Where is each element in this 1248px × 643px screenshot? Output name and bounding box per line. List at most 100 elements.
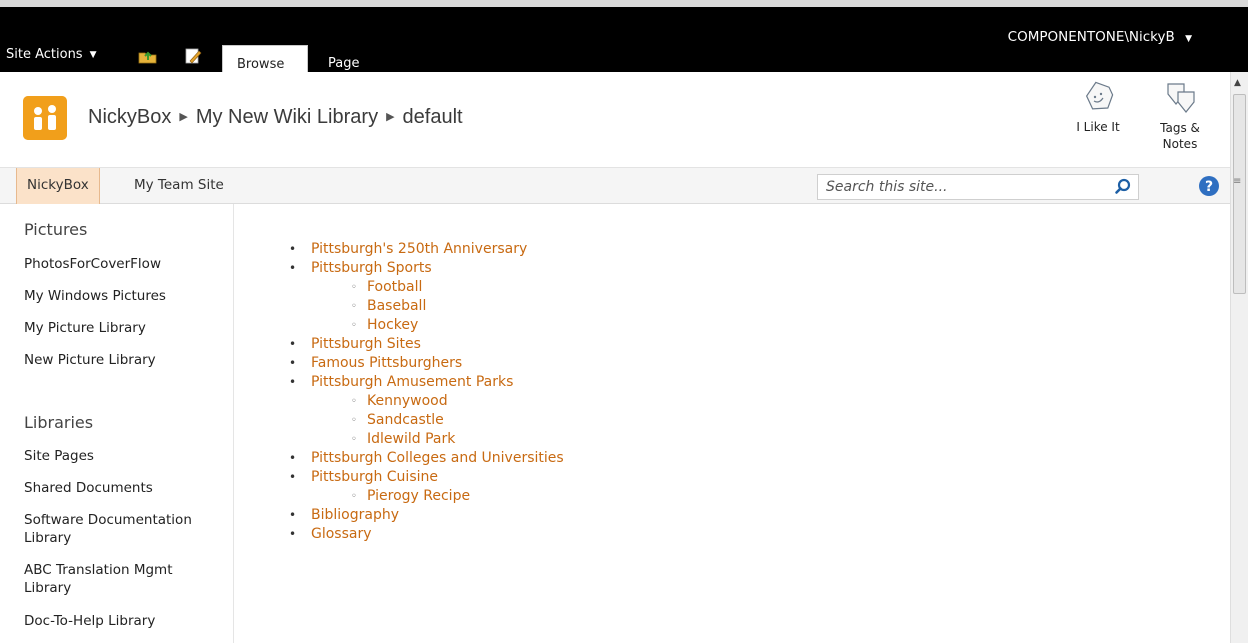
wiki-sublist-item[interactable]: ◦ Kennywood [351,392,564,411]
quicklaunch-heading-libraries[interactable]: Libraries [24,413,93,432]
topnav-item-nickybox[interactable]: NickyBox [16,168,100,204]
vertical-scrollbar[interactable]: ▲ ≡ [1230,72,1248,643]
wiki-link[interactable]: Baseball [367,297,426,316]
wiki-link[interactable]: Sandcastle [367,411,444,430]
grip-icon: ≡ [1233,176,1242,187]
wiki-list-item[interactable]: • Pittsburgh's 250th Anniversary [289,240,564,259]
topnav-item-my-team-site[interactable]: My Team Site [124,168,234,204]
wiki-link[interactable]: Pierogy Recipe [367,487,470,506]
quicklaunch-item[interactable]: My Picture Library [24,319,224,337]
search-icon[interactable] [1108,175,1138,199]
bullet-icon: • [289,261,297,275]
wiki-list-item[interactable]: • Pittsburgh Sports [289,259,564,278]
i-like-it-button[interactable]: I Like It [1068,80,1128,134]
bullet-icon: • [289,470,297,484]
top-nav-bar: NickyBox My Team Site ? [0,167,1230,204]
wiki-link[interactable]: Pittsburgh Amusement Parks [311,373,513,392]
main-content: • Pittsburgh's 250th Anniversary • Pittsbur… [235,204,1230,643]
quick-launch: Pictures PhotosForCoverFlow My Windows P… [0,204,234,643]
user-name: COMPONENTONE\NickyB [1007,29,1175,45]
circle-bullet-icon: ◦ [351,282,357,293]
wiki-list-item[interactable]: • Pittsburgh Sites [289,335,564,354]
wiki-sublist-item[interactable]: ◦ Baseball [351,297,564,316]
topnav-item-label: My Team Site [134,177,224,193]
svg-text:?: ? [1205,179,1213,195]
bullet-icon: • [289,451,297,465]
chevron-down-icon: ▼ [1185,34,1192,44]
quicklaunch-item[interactable]: ABC Translation Mgmt Library [24,561,214,597]
wiki-list-item[interactable]: • Pittsburgh Amusement Parks [289,373,564,392]
breadcrumb-library[interactable]: My New Wiki Library [196,106,378,128]
wiki-link[interactable]: Bibliography [311,506,399,525]
wiki-sublist-item[interactable]: ◦ Football [351,278,564,297]
ribbon: Site Actions ▼ Browse Page COMPONENTONE\… [0,0,1248,79]
bullet-icon: • [289,375,297,389]
wiki-link[interactable]: Football [367,278,422,297]
scroll-up-icon[interactable]: ▲ [1234,78,1241,88]
wiki-list-item[interactable]: • Bibliography [289,506,564,525]
tags-notes-button[interactable]: Tags & Notes [1150,80,1210,152]
circle-bullet-icon: ◦ [351,434,357,445]
wiki-link[interactable]: Kennywood [367,392,448,411]
breadcrumb-site[interactable]: NickyBox [88,106,171,128]
wiki-link[interactable]: Idlewild Park [367,430,455,449]
circle-bullet-icon: ◦ [351,320,357,331]
wiki-link[interactable]: Famous Pittsburghers [311,354,462,373]
wiki-list-item[interactable]: • Pittsburgh Cuisine [289,468,564,487]
breadcrumb: NickyBox ▶ My New Wiki Library ▶ default [88,106,463,129]
wiki-link[interactable]: Hockey [367,316,418,335]
wiki-link[interactable]: Pittsburgh Sites [311,335,421,354]
title-row: NickyBox ▶ My New Wiki Library ▶ default I L… [0,72,1230,167]
wiki-list-item[interactable]: • Pittsburgh Colleges and Universities [289,449,564,468]
site-actions-label: Site Actions [6,47,83,62]
quicklaunch-item[interactable]: Software Documentation Library [24,511,224,547]
wiki-link[interactable]: Pittsburgh Colleges and Universities [311,449,564,468]
wiki-list: • Pittsburgh's 250th Anniversary • Pittsbur… [289,240,564,544]
search-box [817,174,1139,200]
wiki-link[interactable]: Pittsburgh Cuisine [311,468,438,487]
wiki-sublist-item[interactable]: ◦ Pierogy Recipe [351,487,564,506]
topnav-item-label: NickyBox [27,177,89,193]
wiki-sublist-item[interactable]: ◦ Sandcastle [351,411,564,430]
circle-bullet-icon: ◦ [351,415,357,426]
quicklaunch-item[interactable]: Doc-To-Help Library [24,612,224,630]
i-like-it-label: I Like It [1076,120,1120,134]
tags-notes-icon [1167,83,1195,113]
quicklaunch-item[interactable]: My Windows Pictures [24,287,224,305]
circle-bullet-icon: ◦ [351,491,357,502]
i-like-it-icon [1085,81,1114,110]
breadcrumb-separator-icon: ▶ [179,111,188,123]
wiki-list-item[interactable]: • Glossary [289,525,564,544]
help-icon[interactable]: ? [1198,175,1220,197]
wiki-link[interactable]: Glossary [311,525,372,544]
tab-browse-label: Browse [237,57,285,72]
bullet-icon: • [289,337,297,351]
breadcrumb-separator-icon: ▶ [386,111,395,123]
circle-bullet-icon: ◦ [351,396,357,407]
bullet-icon: • [289,527,297,541]
quicklaunch-item[interactable]: PhotosForCoverFlow [24,255,224,273]
bullet-icon: • [289,356,297,370]
tags-notes-label: Tags & Notes [1160,121,1200,151]
site-logo-icon[interactable] [23,96,67,140]
wiki-sublist-item[interactable]: ◦ Idlewild Park [351,430,564,449]
wiki-link[interactable]: Pittsburgh's 250th Anniversary [311,240,527,259]
site-actions-menu[interactable]: Site Actions ▼ [6,47,97,62]
quicklaunch-item[interactable]: Shared Documents [24,479,224,497]
wiki-sublist-item[interactable]: ◦ Hockey [351,316,564,335]
bullet-icon: • [289,508,297,522]
wiki-link[interactable]: Pittsburgh Sports [311,259,432,278]
tab-page-label: Page [328,56,360,71]
breadcrumb-page: default [402,106,463,128]
bullet-icon: • [289,242,297,256]
search-input[interactable] [818,175,1108,199]
quicklaunch-item[interactable]: Site Pages [24,447,224,465]
chevron-down-icon: ▼ [89,49,97,60]
wiki-list-item[interactable]: • Famous Pittsburghers [289,354,564,373]
quicklaunch-heading-pictures[interactable]: Pictures [24,220,87,239]
user-menu[interactable]: COMPONENTONE\NickyB ▼ [1008,29,1192,45]
scrollbar-thumb[interactable] [1233,94,1246,294]
edit-page-icon[interactable] [184,48,204,64]
quicklaunch-item[interactable]: New Picture Library [24,351,224,369]
navigate-up-icon[interactable] [138,48,158,64]
